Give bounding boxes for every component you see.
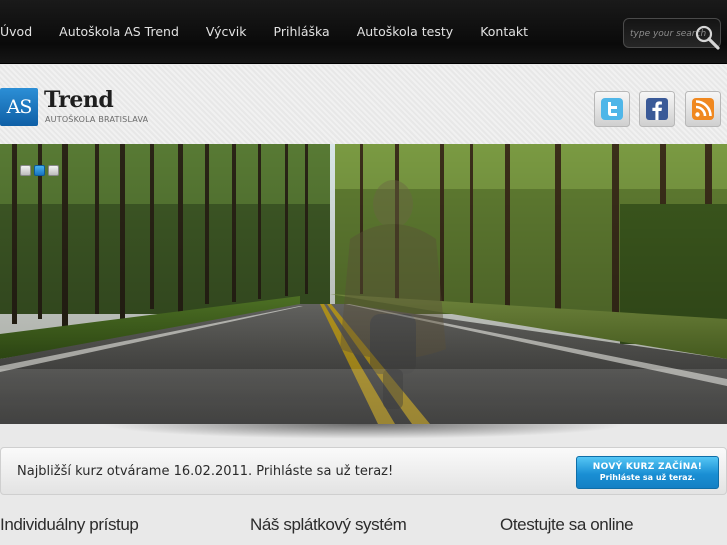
hero-slider xyxy=(0,144,727,424)
nav-item-uvod[interactable]: Úvod xyxy=(0,0,32,64)
new-course-button[interactable]: NOVÝ KURZ ZAČÍNA! Prihláste sa už teraz. xyxy=(576,456,719,489)
slider-pagination xyxy=(20,165,59,176)
twitter-link[interactable] xyxy=(594,91,630,127)
nav-item-autoskola-testy[interactable]: Autoškola testy xyxy=(357,0,453,64)
slider-dot-2[interactable] xyxy=(34,165,45,176)
column-title-payment: Náš splátkový systém xyxy=(250,515,407,534)
nav-item-autoskola-as-trend[interactable]: Autoškola AS Trend xyxy=(59,0,179,64)
site-header: AS Trend AUTOŠKOLA BRATISLAVA xyxy=(0,65,727,144)
rss-link[interactable] xyxy=(685,91,721,127)
nav-menu: Úvod Autoškola AS Trend Výcvik Prihláška… xyxy=(0,0,555,64)
slider-dot-3[interactable] xyxy=(48,165,59,176)
announcement-bar: Najbližší kurz otvárame 16.02.2011. Prih… xyxy=(0,447,727,495)
nav-item-prihlaska[interactable]: Prihláška xyxy=(274,0,330,64)
nav-item-kontakt[interactable]: Kontakt xyxy=(480,0,528,64)
rss-icon xyxy=(685,91,721,127)
slider-shadow xyxy=(0,424,727,446)
top-navigation: Úvod Autoškola AS Trend Výcvik Prihláška… xyxy=(0,0,727,64)
logo-mark: AS xyxy=(0,88,38,126)
nav-item-vycvik[interactable]: Výcvik xyxy=(206,0,247,64)
logo-word: Trend xyxy=(44,87,114,113)
facebook-icon xyxy=(639,91,675,127)
logo-subtitle: AUTOŠKOLA BRATISLAVA xyxy=(45,115,149,124)
facebook-link[interactable] xyxy=(639,91,675,127)
column-title-individual: Individuálny prístup xyxy=(0,515,139,534)
search-icon[interactable] xyxy=(692,22,722,52)
slider-dot-1[interactable] xyxy=(20,165,31,176)
announcement-text: Najbližší kurz otvárame 16.02.2011. Prih… xyxy=(17,464,394,479)
cta-subtitle: Prihláste sa už teraz. xyxy=(599,473,696,482)
road-photo xyxy=(0,144,727,424)
twitter-icon xyxy=(594,91,630,127)
cta-title: NOVÝ KURZ ZAČÍNA! xyxy=(592,462,703,472)
column-title-online-test: Otestujte sa online xyxy=(500,515,634,534)
